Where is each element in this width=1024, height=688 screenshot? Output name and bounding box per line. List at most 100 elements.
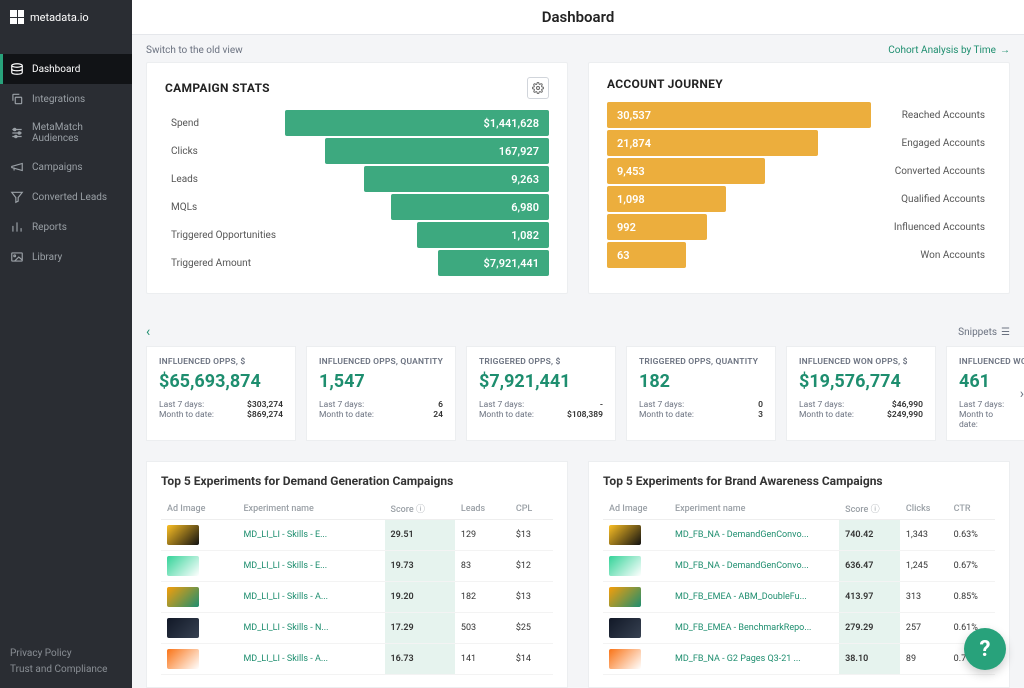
- disk-icon: [10, 62, 24, 76]
- cell-ad-image: [603, 613, 669, 644]
- cell-score: 17.29: [385, 613, 455, 644]
- cell-score: 38.10: [839, 644, 900, 675]
- sidebar-item-dashboard[interactable]: Dashboard: [0, 54, 132, 84]
- cell-clicks: 1,343: [900, 520, 948, 551]
- funnel-bar: 6,980: [285, 193, 549, 221]
- kpi-card[interactable]: TRIGGERED OPPS, $ $7,921,441 Last 7 days…: [466, 346, 616, 441]
- col-experiment-name[interactable]: Experiment name: [669, 498, 839, 520]
- table-row[interactable]: MD_FB_EMEA - ABM_DoubleFu... 413.97 313 …: [603, 582, 995, 613]
- funnel-bar: 9,263: [285, 165, 549, 193]
- ad-thumbnail: [609, 618, 641, 638]
- kpi-value: $7,921,441: [479, 371, 603, 392]
- table-row[interactable]: MD_LI_LI - Skills - A... 19.20 182 $13: [161, 582, 553, 613]
- page-title: Dashboard: [132, 0, 1024, 35]
- table-row[interactable]: MD_LI_LI - Skills - N... 17.29 503 $25: [161, 613, 553, 644]
- sliders-icon: [10, 126, 24, 140]
- kpi-card[interactable]: INFLUENCED WON OPPS, $ $19,576,774 Last …: [786, 346, 936, 441]
- switch-old-view-link[interactable]: Switch to the old view: [146, 45, 243, 56]
- megaphone-icon: [10, 160, 24, 174]
- cell-experiment-name: MD_FB_NA - DemandGenConvo...: [669, 520, 839, 551]
- ad-thumbnail: [167, 649, 199, 669]
- cell-ctr: 0.67%: [948, 551, 995, 582]
- kpi-value: 461: [959, 371, 1013, 392]
- brand[interactable]: metadata.io: [0, 0, 132, 34]
- kpi-value: 1,547: [319, 371, 443, 392]
- kpi-card[interactable]: INFLUENCED OPPS, QUANTITY 1,547 Last 7 d…: [306, 346, 456, 441]
- funnel-bar: 1,098: [607, 185, 871, 213]
- sidebar-item-integrations[interactable]: Integrations: [0, 84, 132, 114]
- col-cpl[interactable]: CPL: [510, 498, 553, 520]
- funnel-label: Leads: [165, 174, 285, 185]
- cohort-link-label: Cohort Analysis by Time: [888, 45, 996, 56]
- cell-cpl: $25: [510, 613, 553, 644]
- table-row[interactable]: MD_LI_LI - Skills - E... 19.73 83 $12: [161, 551, 553, 582]
- help-button[interactable]: ?: [964, 628, 1006, 670]
- col-score[interactable]: Score ⓘ: [385, 498, 455, 520]
- kpi-mtd: Month to date:3: [639, 410, 763, 420]
- col-leads[interactable]: Leads: [455, 498, 510, 520]
- ad-thumbnail: [609, 525, 641, 545]
- account-journey-funnel: 30,537 Reached Accounts 21,874 Engaged A…: [607, 101, 991, 271]
- col-clicks[interactable]: Clicks: [900, 498, 948, 520]
- funnel-bar: 992: [607, 213, 871, 241]
- table-row[interactable]: MD_LI_LI - Skills - E... 29.51 129 $13: [161, 520, 553, 551]
- col-score[interactable]: Score ⓘ: [839, 498, 900, 520]
- table-row[interactable]: MD_FB_EMEA - BenchmarkRepo... 279.29 257…: [603, 613, 995, 644]
- kpi-card[interactable]: INFLUENCED WON OPPS, QUANTITY 461 Last 7…: [946, 346, 1024, 441]
- col-ctr[interactable]: CTR: [948, 498, 995, 520]
- demand-gen-table: Ad Image Experiment name Score ⓘ Leads C…: [161, 498, 553, 675]
- copy-icon: [10, 92, 24, 106]
- kpi-strip: INFLUENCED OPPS, $ $65,693,874 Last 7 da…: [146, 346, 1010, 441]
- cohort-analysis-link[interactable]: Cohort Analysis by Time →: [888, 45, 1010, 56]
- trust-link[interactable]: Trust and Compliance: [10, 662, 122, 678]
- cell-experiment-name: MD_FB_NA - DemandGenConvo...: [669, 551, 839, 582]
- table-row[interactable]: MD_FB_NA - DemandGenConvo... 636.47 1,24…: [603, 551, 995, 582]
- cell-ad-image: [161, 613, 237, 644]
- funnel-label: Triggered Amount: [165, 258, 285, 269]
- sidebar-item-campaigns[interactable]: Campaigns: [0, 152, 132, 182]
- brand-name: metadata.io: [30, 11, 89, 24]
- cell-leads: 141: [455, 644, 510, 675]
- cell-score: 19.20: [385, 582, 455, 613]
- col-ad-image[interactable]: Ad Image: [161, 498, 237, 520]
- kpi-title: INFLUENCED WON OPPS, $: [799, 357, 923, 367]
- table-row[interactable]: MD_LI_LI - Skills - A... 16.73 141 $14: [161, 644, 553, 675]
- cell-cpl: $14: [510, 644, 553, 675]
- kpi-card[interactable]: INFLUENCED OPPS, $ $65,693,874 Last 7 da…: [146, 346, 296, 441]
- campaign-stats-settings-button[interactable]: [527, 77, 549, 99]
- kpi-next-button[interactable]: ›: [1020, 386, 1024, 402]
- kpi-last7: Last 7 days:: [959, 400, 1013, 410]
- kpi-value: 182: [639, 371, 763, 392]
- cell-cpl: $13: [510, 582, 553, 613]
- brand-awareness-title: Top 5 Experiments for Brand Awareness Ca…: [603, 474, 995, 488]
- cell-score: 740.42: [839, 520, 900, 551]
- funnel-bar: 1,082: [285, 221, 549, 249]
- kpi-value: $65,693,874: [159, 371, 283, 392]
- kpi-prev-button[interactable]: ‹: [146, 324, 150, 340]
- sidebar-item-library[interactable]: Library: [0, 242, 132, 272]
- campaign-stats-funnel: Spend $1,441,628 Clicks 167,927 Leads 9,…: [165, 109, 549, 279]
- question-icon: ?: [980, 637, 991, 662]
- cell-ctr: 0.85%: [948, 582, 995, 613]
- cell-leads: 503: [455, 613, 510, 644]
- funnel-label: Triggered Opportunities: [165, 230, 285, 241]
- kpi-title: TRIGGERED OPPS, $: [479, 357, 603, 367]
- table-row[interactable]: MD_FB_NA - DemandGenConvo... 740.42 1,34…: [603, 520, 995, 551]
- demand-gen-title: Top 5 Experiments for Demand Generation …: [161, 474, 553, 488]
- kpi-mtd: Month to date:$249,990: [799, 410, 923, 420]
- sidebar-item-label: Converted Leads: [32, 192, 107, 203]
- cell-clicks: 89: [900, 644, 948, 675]
- sidebar-item-metamatch[interactable]: MetaMatch Audiences: [0, 114, 132, 152]
- cell-clicks: 313: [900, 582, 948, 613]
- table-row[interactable]: MD_FB_NA - G2 Pages Q3-21 ... 38.10 89 0…: [603, 644, 995, 675]
- col-ad-image[interactable]: Ad Image: [603, 498, 669, 520]
- sidebar-item-converted-leads[interactable]: Converted Leads: [0, 182, 132, 212]
- demand-gen-table-card: Top 5 Experiments for Demand Generation …: [146, 461, 568, 688]
- cell-ad-image: [161, 551, 237, 582]
- kpi-card[interactable]: TRIGGERED OPPS, QUANTITY 182 Last 7 days…: [626, 346, 776, 441]
- cell-score: 16.73: [385, 644, 455, 675]
- privacy-link[interactable]: Privacy Policy: [10, 646, 122, 662]
- col-experiment-name[interactable]: Experiment name: [237, 498, 384, 520]
- snippets-toggle[interactable]: Snippets ☰: [958, 327, 1010, 338]
- sidebar-item-reports[interactable]: Reports: [0, 212, 132, 242]
